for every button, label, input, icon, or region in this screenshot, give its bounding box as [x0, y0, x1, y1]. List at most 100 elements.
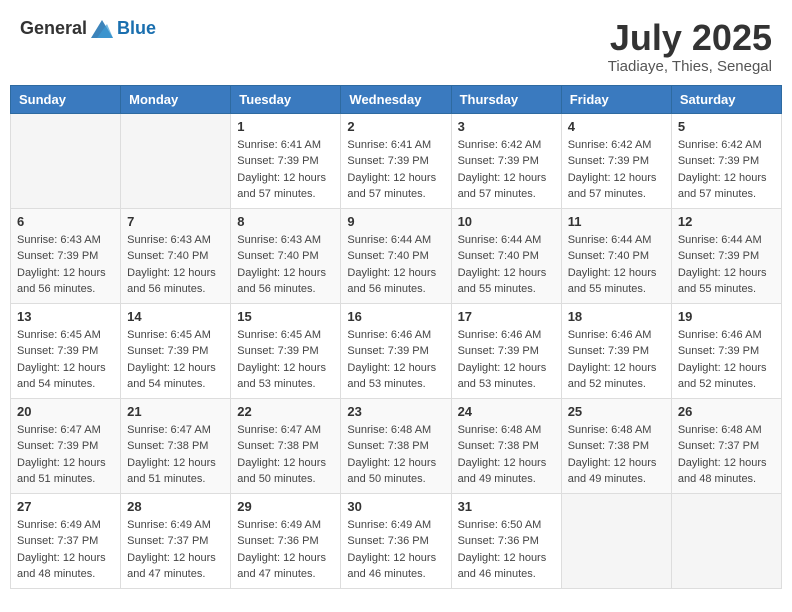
table-row	[671, 493, 781, 588]
col-wednesday: Wednesday	[341, 85, 451, 113]
table-row: 2Sunrise: 6:41 AMSunset: 7:39 PMDaylight…	[341, 113, 451, 208]
day-number: 21	[127, 404, 224, 419]
day-number: 29	[237, 499, 334, 514]
day-info: Sunrise: 6:44 AMSunset: 7:40 PMDaylight:…	[568, 232, 665, 298]
sunset-text: Sunset: 7:38 PM	[458, 438, 555, 455]
sunset-text: Sunset: 7:36 PM	[458, 533, 555, 550]
day-info: Sunrise: 6:41 AMSunset: 7:39 PMDaylight:…	[237, 137, 334, 203]
sunrise-text: Sunrise: 6:48 AM	[678, 422, 775, 439]
daylight-text: Daylight: 12 hours and 51 minutes.	[17, 455, 114, 488]
daylight-text: Daylight: 12 hours and 56 minutes.	[127, 265, 224, 298]
sunrise-text: Sunrise: 6:44 AM	[458, 232, 555, 249]
table-row: 15 Sunrise: 6:45 AMSunset: 7:39 PMDayligh…	[231, 303, 341, 398]
title-block: July 2025 Tiadiaye, Thies, Senegal	[608, 18, 772, 75]
daylight-text: Daylight: 12 hours and 49 minutes.	[568, 455, 665, 488]
day-number: 12	[678, 214, 775, 229]
day-info: Sunrise: 6:46 AMSunset: 7:39 PMDaylight:…	[568, 327, 665, 393]
day-info: Sunrise: 6:46 AMSunset: 7:39 PMDaylight:…	[678, 327, 775, 393]
table-row: 19 Sunrise: 6:46 AMSunset: 7:39 PMDayligh…	[671, 303, 781, 398]
logo: General Blue	[20, 18, 156, 39]
table-row: 10Sunrise: 6:44 AMSunset: 7:40 PMDayligh…	[451, 208, 561, 303]
sunrise-text: Sunrise: 6:48 AM	[458, 422, 555, 439]
calendar-week-row: 27 Sunrise: 6:49 AMSunset: 7:37 PMDayligh…	[11, 493, 782, 588]
table-row	[11, 113, 121, 208]
day-number: 2	[347, 119, 444, 134]
day-info: Sunrise: 6:47 AMSunset: 7:38 PMDaylight:…	[127, 422, 224, 488]
daylight-text: Daylight: 12 hours and 54 minutes.	[127, 360, 224, 393]
day-number: 7	[127, 214, 224, 229]
sunset-text: Sunset: 7:39 PM	[347, 343, 444, 360]
sunset-text: Sunset: 7:40 PM	[237, 248, 334, 265]
daylight-text: Daylight: 12 hours and 56 minutes.	[237, 265, 334, 298]
day-info: Sunrise: 6:43 AMSunset: 7:40 PMDaylight:…	[237, 232, 334, 298]
table-row: 17Sunrise: 6:46 AMSunset: 7:39 PMDayligh…	[451, 303, 561, 398]
day-number: 30	[347, 499, 444, 514]
day-number: 28	[127, 499, 224, 514]
table-row: 30Sunrise: 6:49 AMSunset: 7:36 PMDayligh…	[341, 493, 451, 588]
table-row: 21 Sunrise: 6:47 AMSunset: 7:38 PMDayligh…	[121, 398, 231, 493]
daylight-text: Daylight: 12 hours and 54 minutes.	[17, 360, 114, 393]
day-number: 9	[347, 214, 444, 229]
sunrise-text: Sunrise: 6:47 AM	[127, 422, 224, 439]
sunrise-text: Sunrise: 6:48 AM	[347, 422, 444, 439]
sunset-text: Sunset: 7:40 PM	[458, 248, 555, 265]
day-info: Sunrise: 6:44 AMSunset: 7:40 PMDaylight:…	[458, 232, 555, 298]
daylight-text: Daylight: 12 hours and 46 minutes.	[347, 550, 444, 583]
sunrise-text: Sunrise: 6:44 AM	[568, 232, 665, 249]
day-info: Sunrise: 6:49 AMSunset: 7:37 PMDaylight:…	[17, 517, 114, 583]
sunset-text: Sunset: 7:39 PM	[237, 153, 334, 170]
sunset-text: Sunset: 7:39 PM	[237, 343, 334, 360]
day-number: 15	[237, 309, 334, 324]
day-number: 3	[458, 119, 555, 134]
sunrise-text: Sunrise: 6:46 AM	[347, 327, 444, 344]
col-monday: Monday	[121, 85, 231, 113]
col-saturday: Saturday	[671, 85, 781, 113]
calendar-week-row: 1Sunrise: 6:41 AMSunset: 7:39 PMDaylight…	[11, 113, 782, 208]
daylight-text: Daylight: 12 hours and 53 minutes.	[458, 360, 555, 393]
table-row	[121, 113, 231, 208]
sunrise-text: Sunrise: 6:46 AM	[568, 327, 665, 344]
day-info: Sunrise: 6:45 AMSunset: 7:39 PMDaylight:…	[237, 327, 334, 393]
sunset-text: Sunset: 7:38 PM	[127, 438, 224, 455]
daylight-text: Daylight: 12 hours and 57 minutes.	[568, 170, 665, 203]
sunrise-text: Sunrise: 6:46 AM	[458, 327, 555, 344]
daylight-text: Daylight: 12 hours and 57 minutes.	[237, 170, 334, 203]
sunset-text: Sunset: 7:37 PM	[678, 438, 775, 455]
table-row: 3Sunrise: 6:42 AMSunset: 7:39 PMDaylight…	[451, 113, 561, 208]
table-row: 14Sunrise: 6:45 AMSunset: 7:39 PMDayligh…	[121, 303, 231, 398]
day-info: Sunrise: 6:48 AMSunset: 7:37 PMDaylight:…	[678, 422, 775, 488]
day-number: 11	[568, 214, 665, 229]
sunset-text: Sunset: 7:40 PM	[347, 248, 444, 265]
daylight-text: Daylight: 12 hours and 57 minutes.	[678, 170, 775, 203]
day-number: 27	[17, 499, 114, 514]
col-sunday: Sunday	[11, 85, 121, 113]
table-row: 28Sunrise: 6:49 AMSunset: 7:37 PMDayligh…	[121, 493, 231, 588]
sunrise-text: Sunrise: 6:42 AM	[568, 137, 665, 154]
table-row: 12Sunrise: 6:44 AMSunset: 7:39 PMDayligh…	[671, 208, 781, 303]
sunset-text: Sunset: 7:38 PM	[237, 438, 334, 455]
location-title: Tiadiaye, Thies, Senegal	[608, 58, 772, 75]
sunset-text: Sunset: 7:39 PM	[568, 343, 665, 360]
sunset-text: Sunset: 7:39 PM	[678, 153, 775, 170]
sunrise-text: Sunrise: 6:46 AM	[678, 327, 775, 344]
sunset-text: Sunset: 7:40 PM	[127, 248, 224, 265]
daylight-text: Daylight: 12 hours and 47 minutes.	[237, 550, 334, 583]
table-row: 9Sunrise: 6:44 AMSunset: 7:40 PMDaylight…	[341, 208, 451, 303]
table-row: 7Sunrise: 6:43 AMSunset: 7:40 PMDaylight…	[121, 208, 231, 303]
daylight-text: Daylight: 12 hours and 50 minutes.	[347, 455, 444, 488]
sunrise-text: Sunrise: 6:43 AM	[237, 232, 334, 249]
daylight-text: Daylight: 12 hours and 53 minutes.	[237, 360, 334, 393]
day-number: 19	[678, 309, 775, 324]
day-info: Sunrise: 6:42 AMSunset: 7:39 PMDaylight:…	[678, 137, 775, 203]
table-row: 1Sunrise: 6:41 AMSunset: 7:39 PMDaylight…	[231, 113, 341, 208]
table-row: 18Sunrise: 6:46 AMSunset: 7:39 PMDayligh…	[561, 303, 671, 398]
sunset-text: Sunset: 7:36 PM	[237, 533, 334, 550]
table-row: 4Sunrise: 6:42 AMSunset: 7:39 PMDaylight…	[561, 113, 671, 208]
table-row: 11 Sunrise: 6:44 AMSunset: 7:40 PMDayligh…	[561, 208, 671, 303]
table-row: 22Sunrise: 6:47 AMSunset: 7:38 PMDayligh…	[231, 398, 341, 493]
day-number: 16	[347, 309, 444, 324]
table-row: 6Sunrise: 6:43 AMSunset: 7:39 PMDaylight…	[11, 208, 121, 303]
day-number: 4	[568, 119, 665, 134]
sunrise-text: Sunrise: 6:42 AM	[678, 137, 775, 154]
day-number: 22	[237, 404, 334, 419]
